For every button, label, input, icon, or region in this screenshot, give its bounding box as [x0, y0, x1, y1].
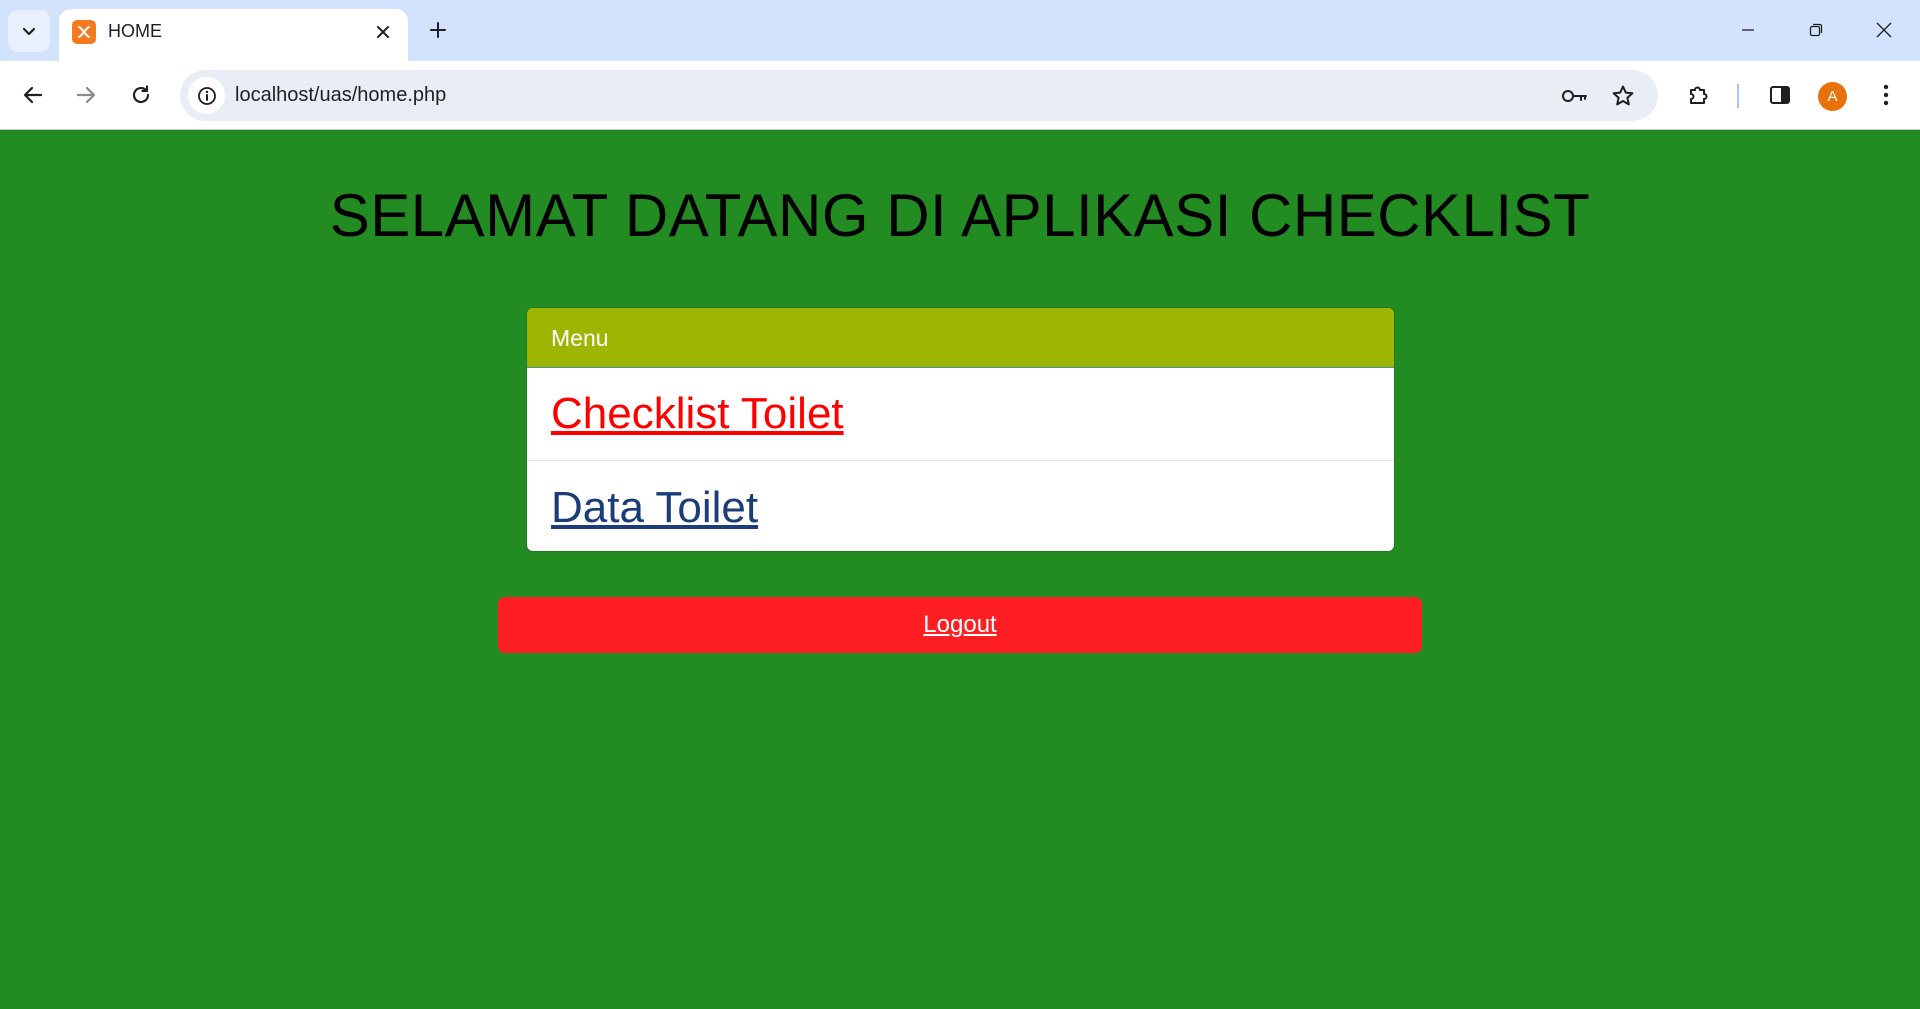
star-icon	[1611, 84, 1635, 108]
tab-title: HOME	[108, 21, 162, 41]
menu-card: Menu Checklist Toilet Data Toilet	[526, 307, 1395, 552]
page-title: SELAMAT DATANG DI APLIKASI CHECKLIST	[329, 182, 1591, 249]
info-icon	[197, 86, 217, 106]
forward-button[interactable]	[66, 75, 106, 115]
checklist-toilet-link[interactable]: Checklist Toilet	[551, 389, 844, 439]
plus-icon	[429, 21, 447, 39]
address-bar[interactable]: localhost/uas/home.php	[180, 70, 1658, 121]
restore-icon	[1809, 23, 1823, 37]
close-window-button[interactable]	[1864, 12, 1904, 48]
menu-item-checklist-toilet: Checklist Toilet	[527, 368, 1394, 461]
tab-search-button[interactable]	[8, 10, 50, 52]
reload-button[interactable]	[121, 75, 161, 115]
minimize-button[interactable]	[1728, 12, 1768, 48]
profile-avatar[interactable]: A	[1818, 82, 1847, 111]
close-icon	[376, 25, 390, 39]
address-url[interactable]: localhost/uas/home.php	[235, 70, 446, 121]
site-info-button[interactable]	[188, 77, 225, 114]
bookmark-button[interactable]	[1603, 76, 1643, 116]
reload-icon	[130, 84, 152, 106]
puzzle-icon	[1687, 83, 1711, 107]
password-manager-button[interactable]	[1555, 76, 1595, 116]
toolbar-divider	[1737, 84, 1739, 108]
logout-link[interactable]: Logout	[923, 611, 996, 639]
back-button[interactable]	[13, 75, 53, 115]
arrow-left-icon	[22, 84, 44, 106]
menu-card-header: Menu	[527, 308, 1394, 368]
logout-button[interactable]: Logout	[498, 597, 1422, 653]
menu-item-data-toilet: Data Toilet	[527, 461, 1394, 551]
xampp-favicon-icon	[72, 20, 96, 44]
page-content: SELAMAT DATANG DI APLIKASI CHECKLIST Men…	[0, 131, 1920, 1009]
side-panel-button[interactable]	[1760, 75, 1800, 115]
minimize-icon	[1741, 23, 1755, 37]
browser-menu-button[interactable]	[1866, 75, 1906, 115]
browser-toolbar: localhost/uas/home.php A	[0, 61, 1920, 130]
browser-tab[interactable]: HOME	[59, 9, 408, 61]
close-icon	[1876, 22, 1892, 38]
new-tab-button[interactable]	[422, 14, 454, 46]
arrow-right-icon	[75, 84, 97, 106]
key-icon	[1561, 88, 1589, 104]
restore-button[interactable]	[1796, 12, 1836, 48]
more-vertical-icon	[1883, 84, 1889, 106]
browser-tab-strip: HOME	[0, 0, 1920, 61]
extensions-button[interactable]	[1679, 75, 1719, 115]
data-toilet-link[interactable]: Data Toilet	[551, 483, 758, 533]
tab-close-button[interactable]	[370, 19, 396, 45]
side-panel-icon	[1769, 84, 1791, 106]
chevron-down-icon	[21, 23, 37, 39]
